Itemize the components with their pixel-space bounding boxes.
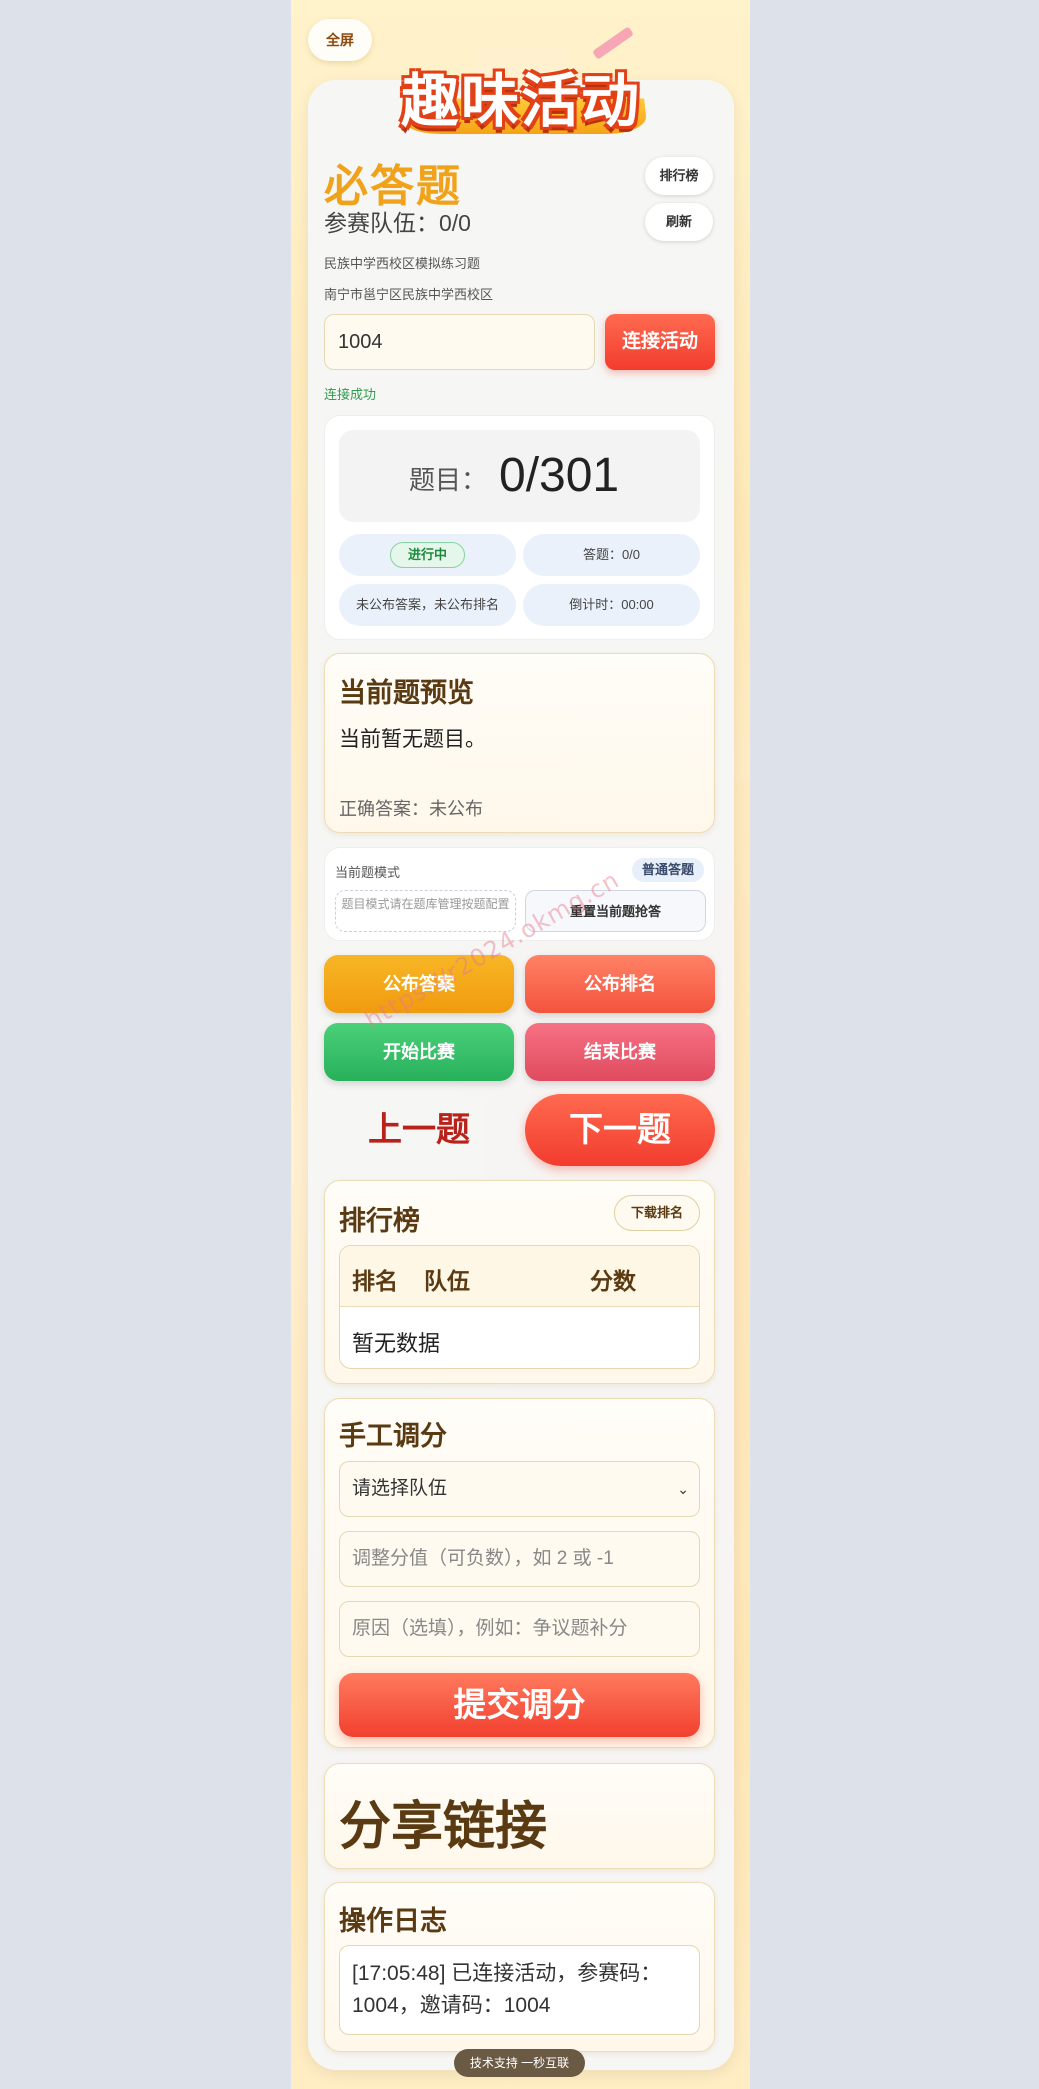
countdown: 倒计时：00:00 bbox=[523, 584, 700, 626]
adjust-panel: 手工调分 请选择队伍 ⌄ 调整分值（可负数），如 2 或 -1 原因（选填），例… bbox=[324, 1398, 715, 1748]
end-match-button[interactable]: 结束比赛 bbox=[525, 1023, 715, 1081]
empty-row: 暂无数据 bbox=[352, 1331, 441, 1356]
log-title: 操作日志 bbox=[339, 1906, 447, 1937]
teams-count: 参赛队伍：0/0 bbox=[324, 210, 471, 236]
next-question-button[interactable]: 下一题 bbox=[525, 1094, 715, 1166]
footer-credit: 技术支持 一秒互联 bbox=[454, 2049, 585, 2077]
submit-adjust-button[interactable]: 提交调分 bbox=[339, 1673, 700, 1737]
adjust-title: 手工调分 bbox=[339, 1421, 447, 1452]
ranking-title: 排行榜 bbox=[339, 1206, 420, 1237]
mode-tag: 普通答题 bbox=[631, 858, 704, 882]
question-label: 题目： bbox=[409, 465, 488, 495]
chevron-down-icon: ⌄ bbox=[677, 1481, 689, 1497]
preview-title: 当前题预览 bbox=[339, 678, 474, 709]
status-cell: 进行中 bbox=[339, 534, 516, 576]
school-name: 南宁市邕宁区民族中学西校区 bbox=[324, 287, 494, 302]
share-panel: 分享链接 bbox=[324, 1763, 715, 1869]
start-match-button[interactable]: 开始比赛 bbox=[324, 1023, 514, 1081]
log-entry: [17:05:48] 已连接活动，参赛码：1004，邀请码：1004 bbox=[339, 1945, 700, 2035]
status-badge: 进行中 bbox=[389, 542, 465, 568]
question-status-panel: 题目： 0/301 进行中 答题：0/0 未公布答案，未公布排名 倒计时：00:… bbox=[324, 415, 715, 640]
share-title: 分享链接 bbox=[339, 1797, 548, 1857]
refresh-button[interactable]: 刷新 bbox=[645, 203, 713, 241]
leaderboard-button[interactable]: 排行榜 bbox=[645, 157, 713, 195]
mode-hint: 题目模式请在题库管理按题配置 bbox=[335, 890, 516, 932]
prev-question-button[interactable]: 上一题 bbox=[324, 1094, 514, 1166]
question-value: 0/301 bbox=[499, 449, 620, 502]
download-rank-button[interactable]: 下载排名 bbox=[614, 1195, 700, 1231]
team-select[interactable]: 请选择队伍 ⌄ bbox=[339, 1461, 700, 1517]
header-score: 分数 bbox=[590, 1269, 636, 1295]
preview-panel: 当前题预览 当前暂无题目。 正确答案：未公布 bbox=[324, 653, 715, 833]
fullscreen-button[interactable]: 全屏 bbox=[308, 19, 372, 61]
team-select-value: 请选择队伍 bbox=[352, 1478, 448, 1499]
table-header: 排名 队伍 分数 bbox=[340, 1246, 699, 1307]
connect-button[interactable]: 连接活动 bbox=[605, 314, 715, 370]
reason-input[interactable]: 原因（选填），例如：争议题补分 bbox=[339, 1601, 700, 1657]
header-team: 队伍 bbox=[424, 1269, 470, 1295]
activity-code-input[interactable]: 1004 bbox=[324, 314, 595, 370]
activity-logo: 趣味活动 bbox=[391, 26, 651, 148]
publish-rank-button[interactable]: 公布排名 bbox=[525, 955, 715, 1013]
log-panel: 操作日志 [17:05:48] 已连接活动，参赛码：1004，邀请码：1004 bbox=[324, 1882, 715, 2052]
correct-answer: 正确答案：未公布 bbox=[339, 799, 483, 819]
question-counter: 题目： 0/301 bbox=[339, 430, 700, 522]
publish-state: 未公布答案，未公布排名 bbox=[339, 584, 516, 626]
preview-text: 当前暂无题目。 bbox=[339, 728, 486, 751]
logo-text: 趣味活动 bbox=[400, 67, 641, 135]
mode-label: 当前题模式 bbox=[335, 865, 401, 880]
exam-name: 民族中学西校区模拟练习题 bbox=[324, 256, 481, 271]
connect-status: 连接成功 bbox=[324, 387, 377, 402]
ranking-panel: 排行榜 下载排名 排名 队伍 分数 暂无数据 bbox=[324, 1180, 715, 1384]
header-rank: 排名 bbox=[352, 1269, 398, 1295]
ranking-table: 排名 队伍 分数 暂无数据 bbox=[339, 1245, 700, 1369]
score-input[interactable]: 调整分值（可负数），如 2 或 -1 bbox=[339, 1531, 700, 1587]
answered-count: 答题：0/0 bbox=[523, 534, 700, 576]
